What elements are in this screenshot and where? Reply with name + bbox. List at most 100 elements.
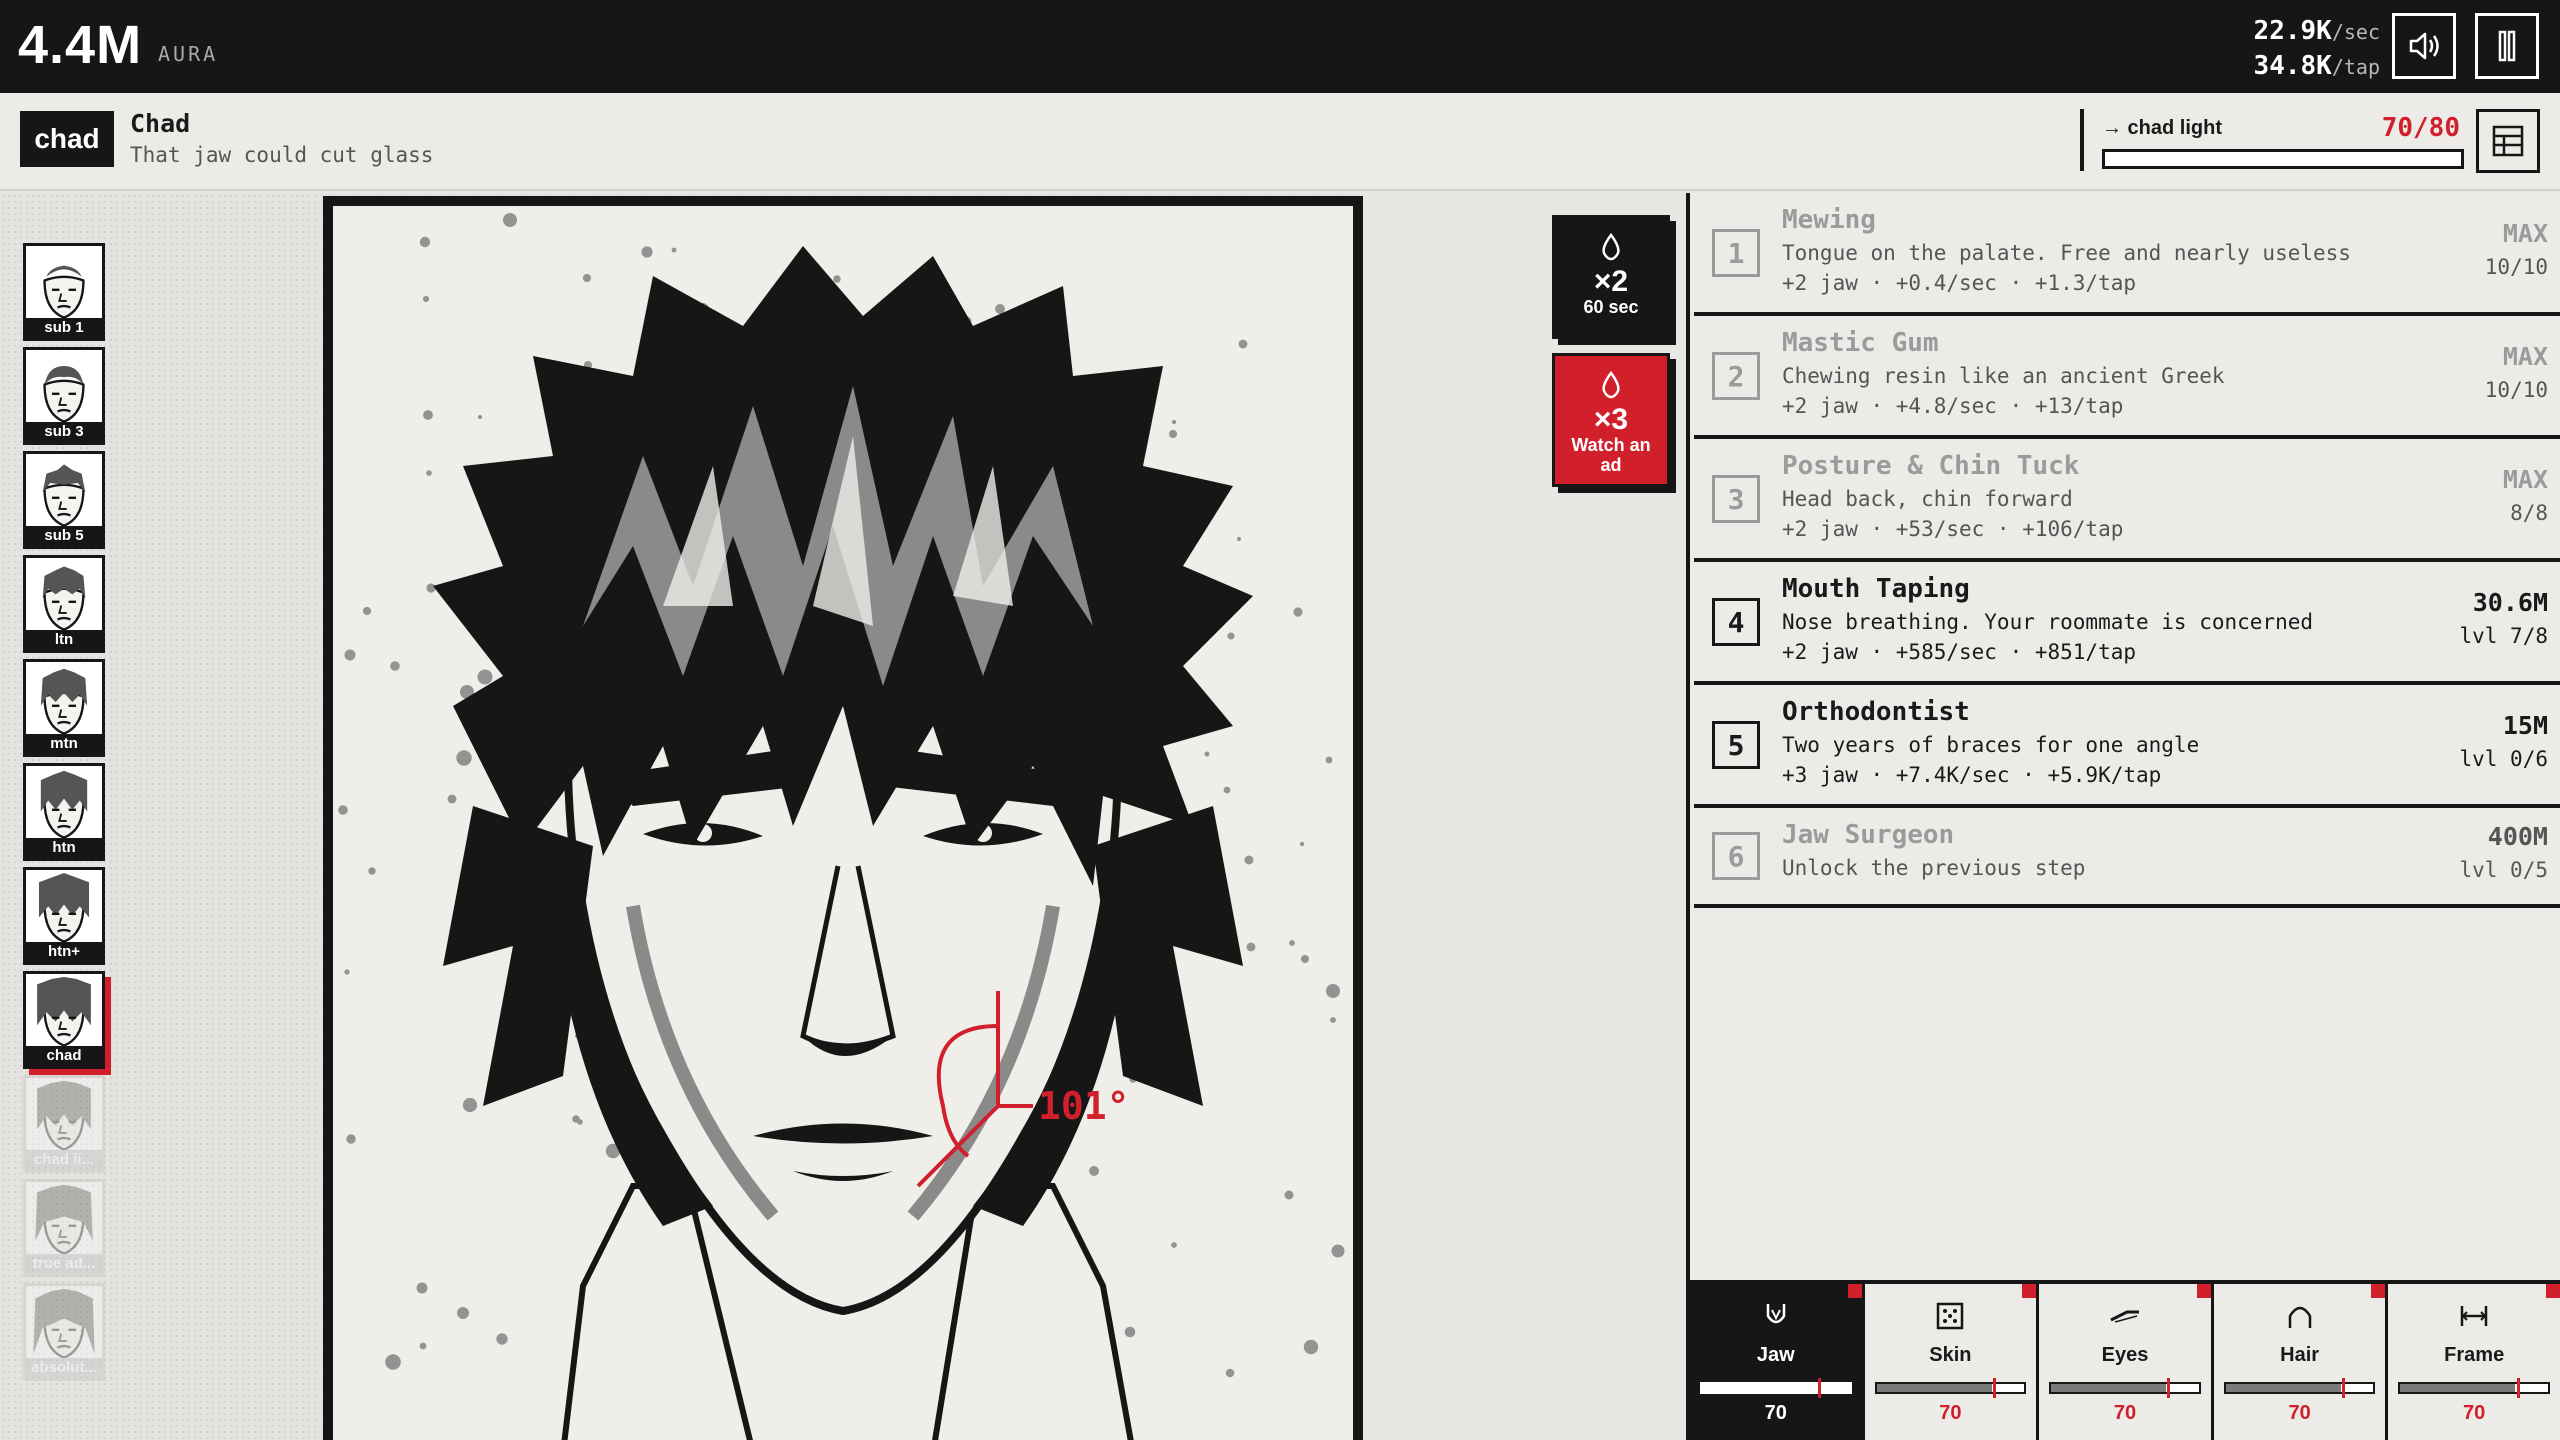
upgrade-row[interactable]: 2 Mastic Gum Chewing resin like an ancie… — [1694, 316, 2560, 439]
pause-button[interactable] — [2475, 13, 2539, 79]
upgrade-number: 2 — [1712, 352, 1760, 400]
rank-thumb[interactable]: absolut... — [23, 1283, 105, 1381]
upgrade-row[interactable]: 1 Mewing Tongue on the palate. Free and … — [1694, 193, 2560, 316]
upgrade-stats: +3 jaw · +7.4K/sec · +5.9K/tap — [1782, 763, 2162, 787]
feature-slider-marker — [1818, 1378, 1822, 1398]
feature-slider[interactable] — [1700, 1382, 1852, 1394]
feature-slider-marker — [1992, 1378, 1996, 1398]
speckle — [419, 236, 431, 248]
feature-slider[interactable] — [2049, 1382, 2201, 1394]
upgrade-stats: +2 jaw · +0.4/sec · +1.3/tap — [1782, 271, 2137, 295]
upgrade-number: 6 — [1712, 832, 1760, 880]
upgrade-description: Chewing resin like an ancient Greek — [1782, 364, 2225, 388]
next-level-track — [2102, 149, 2464, 169]
rank-portrait-icon — [26, 353, 102, 429]
speckle — [1171, 419, 1177, 425]
speckle — [582, 273, 592, 283]
feature-tab-hair[interactable]: Hair 70 — [2213, 1284, 2389, 1440]
upgrade-stats: +2 jaw · +4.8/sec · +13/tap — [1782, 394, 2124, 418]
next-level-label: → chad light — [2102, 117, 2222, 139]
feature-slider-fill — [2225, 1384, 2341, 1392]
speckle — [1299, 841, 1305, 847]
upgrade-number: 4 — [1712, 598, 1760, 646]
boost-x3-label: Watch an ad — [1571, 435, 1651, 475]
upgrade-number: 3 — [1712, 475, 1760, 523]
dice-icon — [1937, 1302, 1964, 1330]
upgrade-level: lvl 7/8 — [2459, 624, 2548, 648]
rank-portrait-icon — [26, 769, 102, 845]
speckle — [1326, 984, 1340, 998]
rank-thumb[interactable]: sub 1 — [23, 243, 105, 341]
rank-thumb[interactable]: chad — [23, 971, 105, 1069]
speckle — [1330, 1017, 1336, 1023]
upgrade-number: 5 — [1712, 721, 1760, 769]
table-icon — [2492, 125, 2524, 157]
rank-thumb[interactable]: mtn — [23, 659, 105, 757]
level-name: Chad — [130, 109, 191, 138]
upgrade-description: Head back, chin forward — [1782, 487, 2073, 511]
face-illustration: 101° — [338, 213, 1345, 1440]
speckle — [1244, 855, 1254, 865]
upgrade-row[interactable]: 4 Mouth Taping Nose breathing. Your room… — [1694, 562, 2560, 685]
speckle — [390, 661, 400, 671]
feature-tab-skin[interactable]: Skin 70 — [1864, 1284, 2040, 1440]
rank-thumb[interactable]: htn — [23, 763, 105, 861]
upgrade-description: Nose breathing. Your roommate is concern… — [1782, 610, 2314, 634]
feature-slider[interactable] — [2398, 1382, 2550, 1394]
rank-thumb[interactable]: true ad... — [23, 1179, 105, 1277]
feature-slider[interactable] — [1874, 1382, 2027, 1394]
rank-caption: htn+ — [26, 942, 102, 962]
per-sec-unit: /sec — [2331, 20, 2380, 44]
boost-x2-button[interactable]: ×2 60 sec — [1552, 215, 1670, 339]
upgrade-price: 400M — [2487, 822, 2548, 851]
feature-value: 70 — [1939, 1402, 1962, 1424]
rank-portrait-icon — [26, 1081, 102, 1157]
levels-table-button[interactable] — [2476, 109, 2540, 173]
upgrade-number: 1 — [1712, 229, 1760, 277]
feature-value: 70 — [2113, 1402, 2137, 1424]
feature-slider-marker — [2516, 1378, 2520, 1398]
rank-thumb[interactable]: ltn — [23, 555, 105, 653]
upgrade-price: MAX — [2502, 465, 2548, 494]
rank-thumb[interactable]: chad li... — [23, 1075, 105, 1173]
upgrades-list: 1 Mewing Tongue on the palate. Free and … — [1686, 193, 2560, 1280]
feature-slider-marker — [2167, 1378, 2171, 1398]
speckle — [1293, 607, 1303, 617]
boost-x2-duration: 60 sec — [1583, 297, 1639, 317]
feature-slider[interactable] — [2223, 1382, 2376, 1394]
speckle — [457, 1307, 469, 1319]
feature-tab-eyes[interactable]: Eyes 70 — [2039, 1284, 2214, 1440]
next-level-fill — [2105, 152, 2417, 166]
speckle — [477, 669, 493, 685]
frame-icon — [2460, 1306, 2488, 1326]
rank-thumb[interactable]: sub 3 — [23, 347, 105, 445]
boost-x3-ad-button[interactable]: ×3 Watch an ad — [1552, 353, 1670, 487]
upgrade-row[interactable]: 6 Jaw Surgeon Unlock the previous step 40… — [1694, 808, 2560, 908]
upgrade-description: Tongue on the palate. Free and nearly us… — [1782, 241, 2351, 265]
rank-caption: ltn — [26, 630, 102, 650]
feature-tab-frame[interactable]: Frame 70 — [2388, 1284, 2560, 1440]
upgrade-row[interactable]: 3 Posture & Chin Tuck Head back, chin fo… — [1694, 439, 2560, 562]
feature-badge — [2371, 1284, 2386, 1298]
sound-button[interactable] — [2392, 13, 2456, 79]
upgrade-price: MAX — [2502, 342, 2548, 371]
feature-slider-fill — [2400, 1384, 2516, 1392]
rank-ladder: sub 1 sub 3 sub 5 ltn mtn htn htn+ chad … — [0, 193, 320, 1440]
speckle — [1223, 786, 1231, 794]
upgrade-level: 10/10 — [2484, 378, 2548, 402]
face-tap-area[interactable]: 101° — [323, 196, 1363, 1440]
rank-thumb[interactable]: htn+ — [23, 867, 105, 965]
speckle — [362, 606, 372, 616]
speckle — [1236, 536, 1242, 542]
feature-value: 70 — [2288, 1402, 2311, 1424]
speckle — [423, 410, 433, 420]
feature-tab-jaw[interactable]: Jaw 70 — [1690, 1284, 1865, 1440]
feature-badge — [2022, 1284, 2037, 1298]
rank-caption: chad — [26, 1046, 102, 1066]
next-level-count: 70/80 — [2381, 113, 2460, 143]
rank-thumb[interactable]: sub 5 — [23, 451, 105, 549]
level-description: That jaw could cut glass — [130, 143, 434, 167]
upgrade-row[interactable]: 5 Orthodontist Two years of braces for o… — [1694, 685, 2560, 808]
speckle — [416, 1282, 428, 1294]
speckle — [368, 867, 376, 875]
